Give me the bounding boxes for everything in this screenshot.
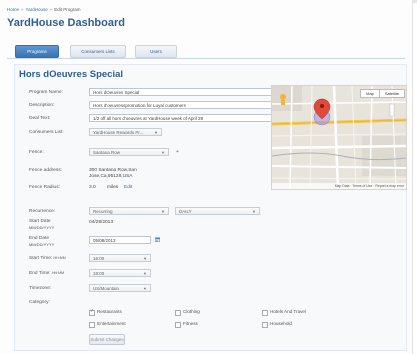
end-time-label: End Time: HH:MM [29,271,64,277]
description-input[interactable]: Hors d'oeuvresspromotion for Loyal custo… [89,101,274,109]
end-time-label-text: End Time: [29,271,51,276]
start-time-label-text: Start Time: [29,256,53,261]
app-title: YardHouse Dashboard [7,17,125,29]
fence-address-value: 300 Santana Row,San Jose,Ca,95128,USA [89,168,137,179]
map-footer-text: Map Data · Terms of Use · Report a map e… [334,184,404,188]
start-date-label: Start Date [29,219,51,224]
category-household-checkbox[interactable] [262,322,268,328]
breadcrumb: Home» YardHouse» Edit Program [7,7,81,12]
chevron-down-icon: ▼ [143,286,147,291]
fence-radius-label: Fence Radius: [29,185,60,190]
end-time-value: 18:00 [93,271,105,276]
timezone-select[interactable]: US/Mountain ▼ [89,284,151,292]
category-fitness-label: Fitness [183,321,198,326]
fence-value: Santana Row [93,150,121,155]
start-time-format: HH:MM [53,256,66,260]
tab-consumers-lists[interactable]: Consumers Lists [70,45,126,58]
chevron-down-icon: ▼ [161,150,165,155]
map-canvas [272,86,406,189]
tab-programs[interactable]: Programs [15,45,59,58]
start-time-select[interactable]: 16:00 ▼ [89,254,151,262]
deal-text-label: Deal Text: [29,116,51,121]
map-view-button[interactable]: Map [360,89,380,98]
description-label: Description: [29,103,55,108]
category-fitness-checkbox[interactable] [175,322,181,328]
category-entertainment-label: Entertainment [97,321,126,326]
category-hotels-label: Hotels And Travel [270,309,307,314]
checkmark-icon: ✓ [90,308,95,314]
start-date-value: 04/28/2013 [89,220,114,225]
chevron-down-icon: ▼ [154,130,158,135]
category-clothing-checkbox[interactable] [175,310,181,316]
calendar-icon[interactable] [155,237,160,242]
frequency-value: DAILY [179,209,192,214]
fence-address-label: Fence address: [29,168,63,173]
category-hotels-checkbox[interactable] [262,310,268,316]
end-time-format: HH:MM [51,271,65,275]
recurrence-select[interactable]: Recurring ▼ [89,207,169,215]
consumers-list-value: YardHouse Rewards Pr... [93,130,144,135]
end-date-label: End Date [29,236,50,241]
fence-radius-edit-link[interactable]: Edit [124,185,132,191]
timezone-value: US/Mountain [93,286,120,291]
end-time-select[interactable]: 18:00 ▼ [89,269,151,277]
frequency-select[interactable]: DAILY ▼ [175,207,260,215]
breadcrumb-home-link[interactable]: Home [7,7,19,12]
end-date-input[interactable]: 05/08/2013 [89,236,151,244]
recurrence-value: Recurring [93,209,113,214]
program-name-label: Program Name: [29,90,63,95]
chevron-down-icon: ▼ [161,209,165,214]
category-label: Category: [29,300,50,305]
chevron-down-icon: ▼ [252,209,256,214]
category-restaurants-label: Restaurants [97,309,122,314]
tab-users[interactable]: Users [135,45,177,58]
timezone-label: Timezone: [29,286,52,291]
fence-select[interactable]: Santana Row ▼ [89,148,169,156]
fence-radius-value: 3.0 [89,185,96,190]
program-title: Hors dOeuvres Special [19,69,124,80]
start-time-value: 16:00 [93,256,105,261]
fence-radius-unit: miles [107,185,119,190]
breadcrumb-company-link[interactable]: YardHouse [26,7,48,12]
category-household-label: Household [270,321,292,326]
chevron-down-icon: ▼ [143,256,147,261]
recurrence-label: Recurrence: [29,209,56,214]
chevron-down-icon: ▼ [143,271,147,276]
end-date-format: MM/DD/YYYY [29,242,55,247]
category-restaurants-checkbox[interactable]: ✓ [89,308,95,316]
consumers-list-select[interactable]: YardHouse Rewards Pr... ▼ [89,128,162,136]
consumers-list-label: Consumers List: [29,130,64,135]
satellite-view-button[interactable]: Satellite [379,89,405,98]
fence-map[interactable]: Map Satellite Map Data · Terms of Use · … [271,85,407,190]
program-name-input[interactable]: Hors dOeuvres Special [89,88,274,96]
add-fence-icon[interactable]: + [176,149,179,155]
category-entertainment-checkbox[interactable] [89,322,95,328]
start-time-label: Start Time: HH:MM [29,256,66,262]
category-clothing-label: Clothing [183,309,200,314]
deal-text-input[interactable]: 1/2 off all hors d'oeuvres at YardHouse … [89,114,274,122]
start-date-format: MM/DD/YYYY [29,225,55,230]
map-footer: Map Data · Terms of Use · Report a map e… [272,183,406,189]
tab-bar: Programs Consumers Lists Users [7,44,405,59]
submit-changes-button[interactable]: Submit Changes [89,334,125,345]
breadcrumb-current: Edit Program [54,7,81,12]
fence-label: Fence: [29,150,44,155]
